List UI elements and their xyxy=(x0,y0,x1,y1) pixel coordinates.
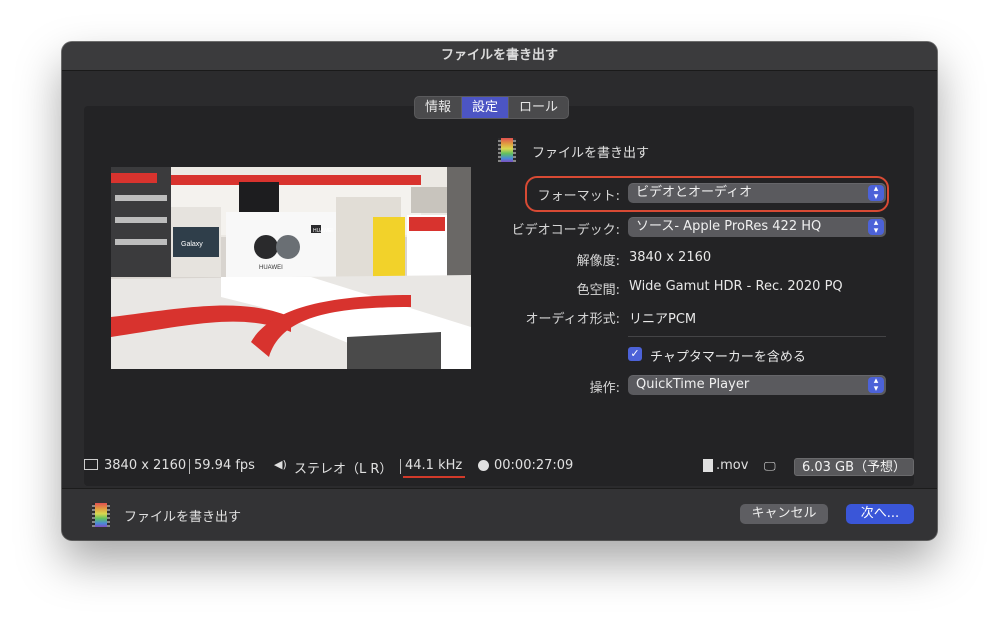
status-sample-rate: 44.1 kHz xyxy=(405,458,463,473)
up-down-chevron-icon: ▴ ▾ xyxy=(868,185,884,202)
chapter-markers-label: チャプタマーカーを含める xyxy=(650,350,806,365)
galaxy-sign: Galaxy xyxy=(181,241,203,248)
color-space-value: Wide Gamut HDR - Rec. 2020 PQ xyxy=(629,279,843,294)
format-popup[interactable]: ビデオとオーディオ ▴ ▾ xyxy=(628,183,886,203)
resolution-label: 解像度: xyxy=(576,254,620,269)
video-codec-popup[interactable]: ソース- Apple ProRes 422 HQ ▴ ▾ xyxy=(628,217,886,237)
audio-format-label: オーディオ形式: xyxy=(525,312,620,327)
display-icon: 🖵 xyxy=(764,459,776,473)
clock-icon xyxy=(478,460,489,471)
next-button[interactable]: 次へ... xyxy=(846,504,914,524)
action-label: 操作: xyxy=(589,381,620,396)
film-icon xyxy=(92,503,110,527)
audio-format-value: リニアPCM xyxy=(629,312,697,327)
estimated-size-badge: 6.03 GB（予想） xyxy=(794,458,914,476)
status-duration: 00:00:27:09 xyxy=(494,458,574,473)
status-fps: 59.94 fps xyxy=(194,458,255,473)
up-down-chevron-icon: ▴ ▾ xyxy=(868,377,884,394)
settings-header: ファイルを書き出す xyxy=(532,146,650,161)
aspect-frame-icon xyxy=(84,459,98,470)
tab-bar: 情報 設定 ロール xyxy=(414,96,570,119)
video-codec-label: ビデオコーデック: xyxy=(511,223,620,238)
video-codec-value: ソース- Apple ProRes 422 HQ xyxy=(636,219,822,234)
tab-roles[interactable]: ロール xyxy=(508,97,568,118)
status-extension: .mov xyxy=(716,458,749,473)
status-separator xyxy=(189,459,190,474)
color-space-label: 色空間: xyxy=(576,283,620,298)
format-label: フォーマット: xyxy=(537,189,620,204)
export-dialog: ファイルを書き出す 情報 設定 ロール Galaxy HUAWEI HUAWEI… xyxy=(62,42,937,540)
status-separator xyxy=(400,459,401,474)
chapter-markers-checkbox[interactable]: ✓ xyxy=(628,347,642,361)
action-value: QuickTime Player xyxy=(636,377,750,392)
speaker-icon: ◀) xyxy=(274,458,287,471)
up-down-chevron-icon: ▴ ▾ xyxy=(868,219,884,236)
cancel-button[interactable]: キャンセル xyxy=(740,504,828,524)
document-icon xyxy=(703,459,713,472)
resolution-value: 3840 x 2160 xyxy=(629,250,712,265)
film-icon xyxy=(498,138,516,162)
settings-divider xyxy=(628,336,886,337)
action-popup[interactable]: QuickTime Player ▴ ▾ xyxy=(628,375,886,395)
footer-label: ファイルを書き出す xyxy=(124,510,242,525)
sample-rate-underline xyxy=(403,476,465,478)
dialog-title: ファイルを書き出す xyxy=(62,42,937,71)
tab-info[interactable]: 情報 xyxy=(415,97,461,118)
huawei-sign-right: HUAWEI xyxy=(313,228,333,234)
format-value: ビデオとオーディオ xyxy=(636,185,753,200)
huawei-display-label: HUAWEI xyxy=(259,265,283,271)
status-audio: ステレオ（L R） xyxy=(294,462,393,477)
tab-settings[interactable]: 設定 xyxy=(461,97,509,118)
dialog-footer: ファイルを書き出す キャンセル 次へ... xyxy=(62,488,937,540)
status-resolution: 3840 x 2160 xyxy=(104,458,187,473)
